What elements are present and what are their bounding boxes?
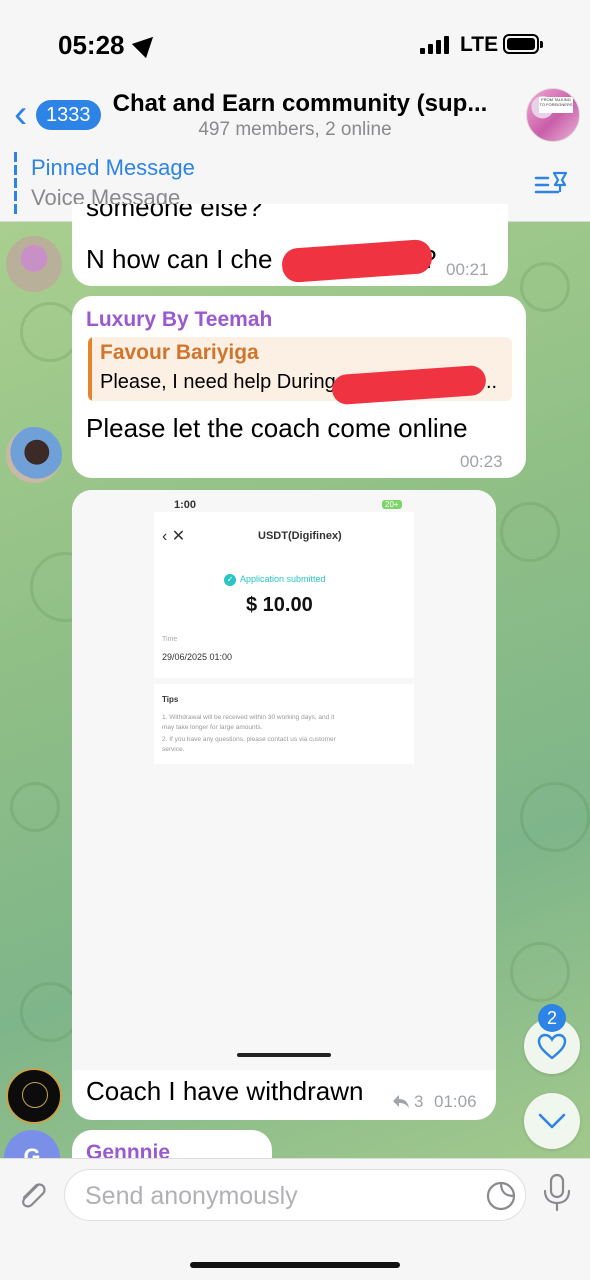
chevron-down-icon [538, 1113, 566, 1129]
reply-ellipsis: .. [486, 371, 498, 393]
avatar[interactable] [6, 1068, 62, 1124]
reply-text: Please, I need help During st [100, 371, 357, 393]
message-text: Coach I have withdrawn [86, 1076, 364, 1106]
status-time: 05:28 [58, 30, 125, 60]
paperclip-icon[interactable] [14, 1177, 50, 1213]
screenshot-time: 1:00 [174, 499, 197, 511]
screenshot-tip-line: 1. Withdrawal will be received within 30… [162, 714, 335, 721]
sender-name: Luxury By Teemah [86, 308, 273, 331]
check-circle-icon: ✓ [224, 574, 236, 586]
avatar[interactable] [6, 427, 62, 483]
attached-screenshot[interactable]: 1:00 20+ ‹ ✕ USDT(Digifinex) ✓ Applicati… [72, 490, 496, 1070]
avatar-banner-text: FROM TALKING TO FOREIGNERS [539, 97, 573, 113]
screenshot-page-title: USDT(Digifinex) [258, 530, 342, 542]
chat-header: ‹ 1333 Chat and Earn community (sup... 4… [0, 88, 590, 148]
chat-subtitle: 497 members, 2 online [198, 119, 392, 140]
pinned-indicator [14, 152, 17, 214]
avatar[interactable] [6, 236, 62, 292]
reply-sender: Favour Bariyiga [100, 341, 259, 364]
input-placeholder: Send anonymously [85, 1182, 298, 1210]
message-time: 00:21 [446, 260, 489, 279]
home-indicator [190, 1262, 400, 1268]
cellular-signal-icon [420, 36, 450, 54]
screenshot-back-icon: ‹ ✕ [162, 528, 186, 545]
replies-button[interactable]: 3 [392, 1090, 432, 1114]
screenshot-battery-badge: 20+ [382, 500, 402, 509]
location-arrow-icon [131, 29, 161, 59]
heart-icon [537, 1033, 567, 1060]
chat-title: Chat and Earn community (sup... [112, 90, 488, 117]
microphone-icon[interactable] [540, 1173, 574, 1213]
message-text: N how can I che [86, 244, 273, 274]
message-input[interactable]: Send anonymously [64, 1169, 526, 1221]
screenshot-tips-title: Tips [162, 695, 179, 704]
message-text: Please let the coach come online [86, 413, 468, 443]
screenshot-tip-line: service. [162, 746, 185, 753]
message-text-partial: someone else? [86, 204, 263, 222]
screenshot-tip-line: 2. If you have any questions, please con… [162, 736, 336, 743]
group-avatar[interactable]: FROM TALKING TO FOREIGNERS [526, 88, 580, 142]
reply-arrow-icon [393, 1095, 409, 1108]
screenshot-time-value: 29/06/2025 01:00 [162, 652, 233, 662]
reply-bar [88, 337, 92, 401]
reply-count: 3 [414, 1092, 424, 1111]
screenshot-status: Application submitted [240, 574, 326, 584]
message-input-bar: Send anonymously [0, 1158, 590, 1280]
battery-icon [503, 34, 543, 54]
pinned-title: Pinned Message [31, 155, 195, 180]
network-type: LTE [460, 33, 499, 56]
screenshot-tip-line: may take longer for large amounts. [162, 724, 263, 731]
reaction-count-badge: 2 [538, 1004, 566, 1032]
screenshot-home-indicator [237, 1053, 331, 1057]
scroll-down-button[interactable] [524, 1093, 580, 1149]
avatar-monogram [22, 1082, 48, 1108]
message-time: 00:23 [460, 452, 503, 471]
screenshot-amount: $ 10.00 [246, 594, 313, 616]
screenshot-time-label: Time [162, 636, 178, 643]
unread-count-badge: 1333 [36, 100, 101, 130]
status-bar: 05:28 LTE [0, 0, 590, 88]
pin-list-icon[interactable] [534, 170, 570, 200]
chevron-left-icon: ‹ [14, 92, 28, 136]
message-time: 01:06 [434, 1092, 477, 1111]
sticker-icon[interactable] [485, 1180, 517, 1212]
